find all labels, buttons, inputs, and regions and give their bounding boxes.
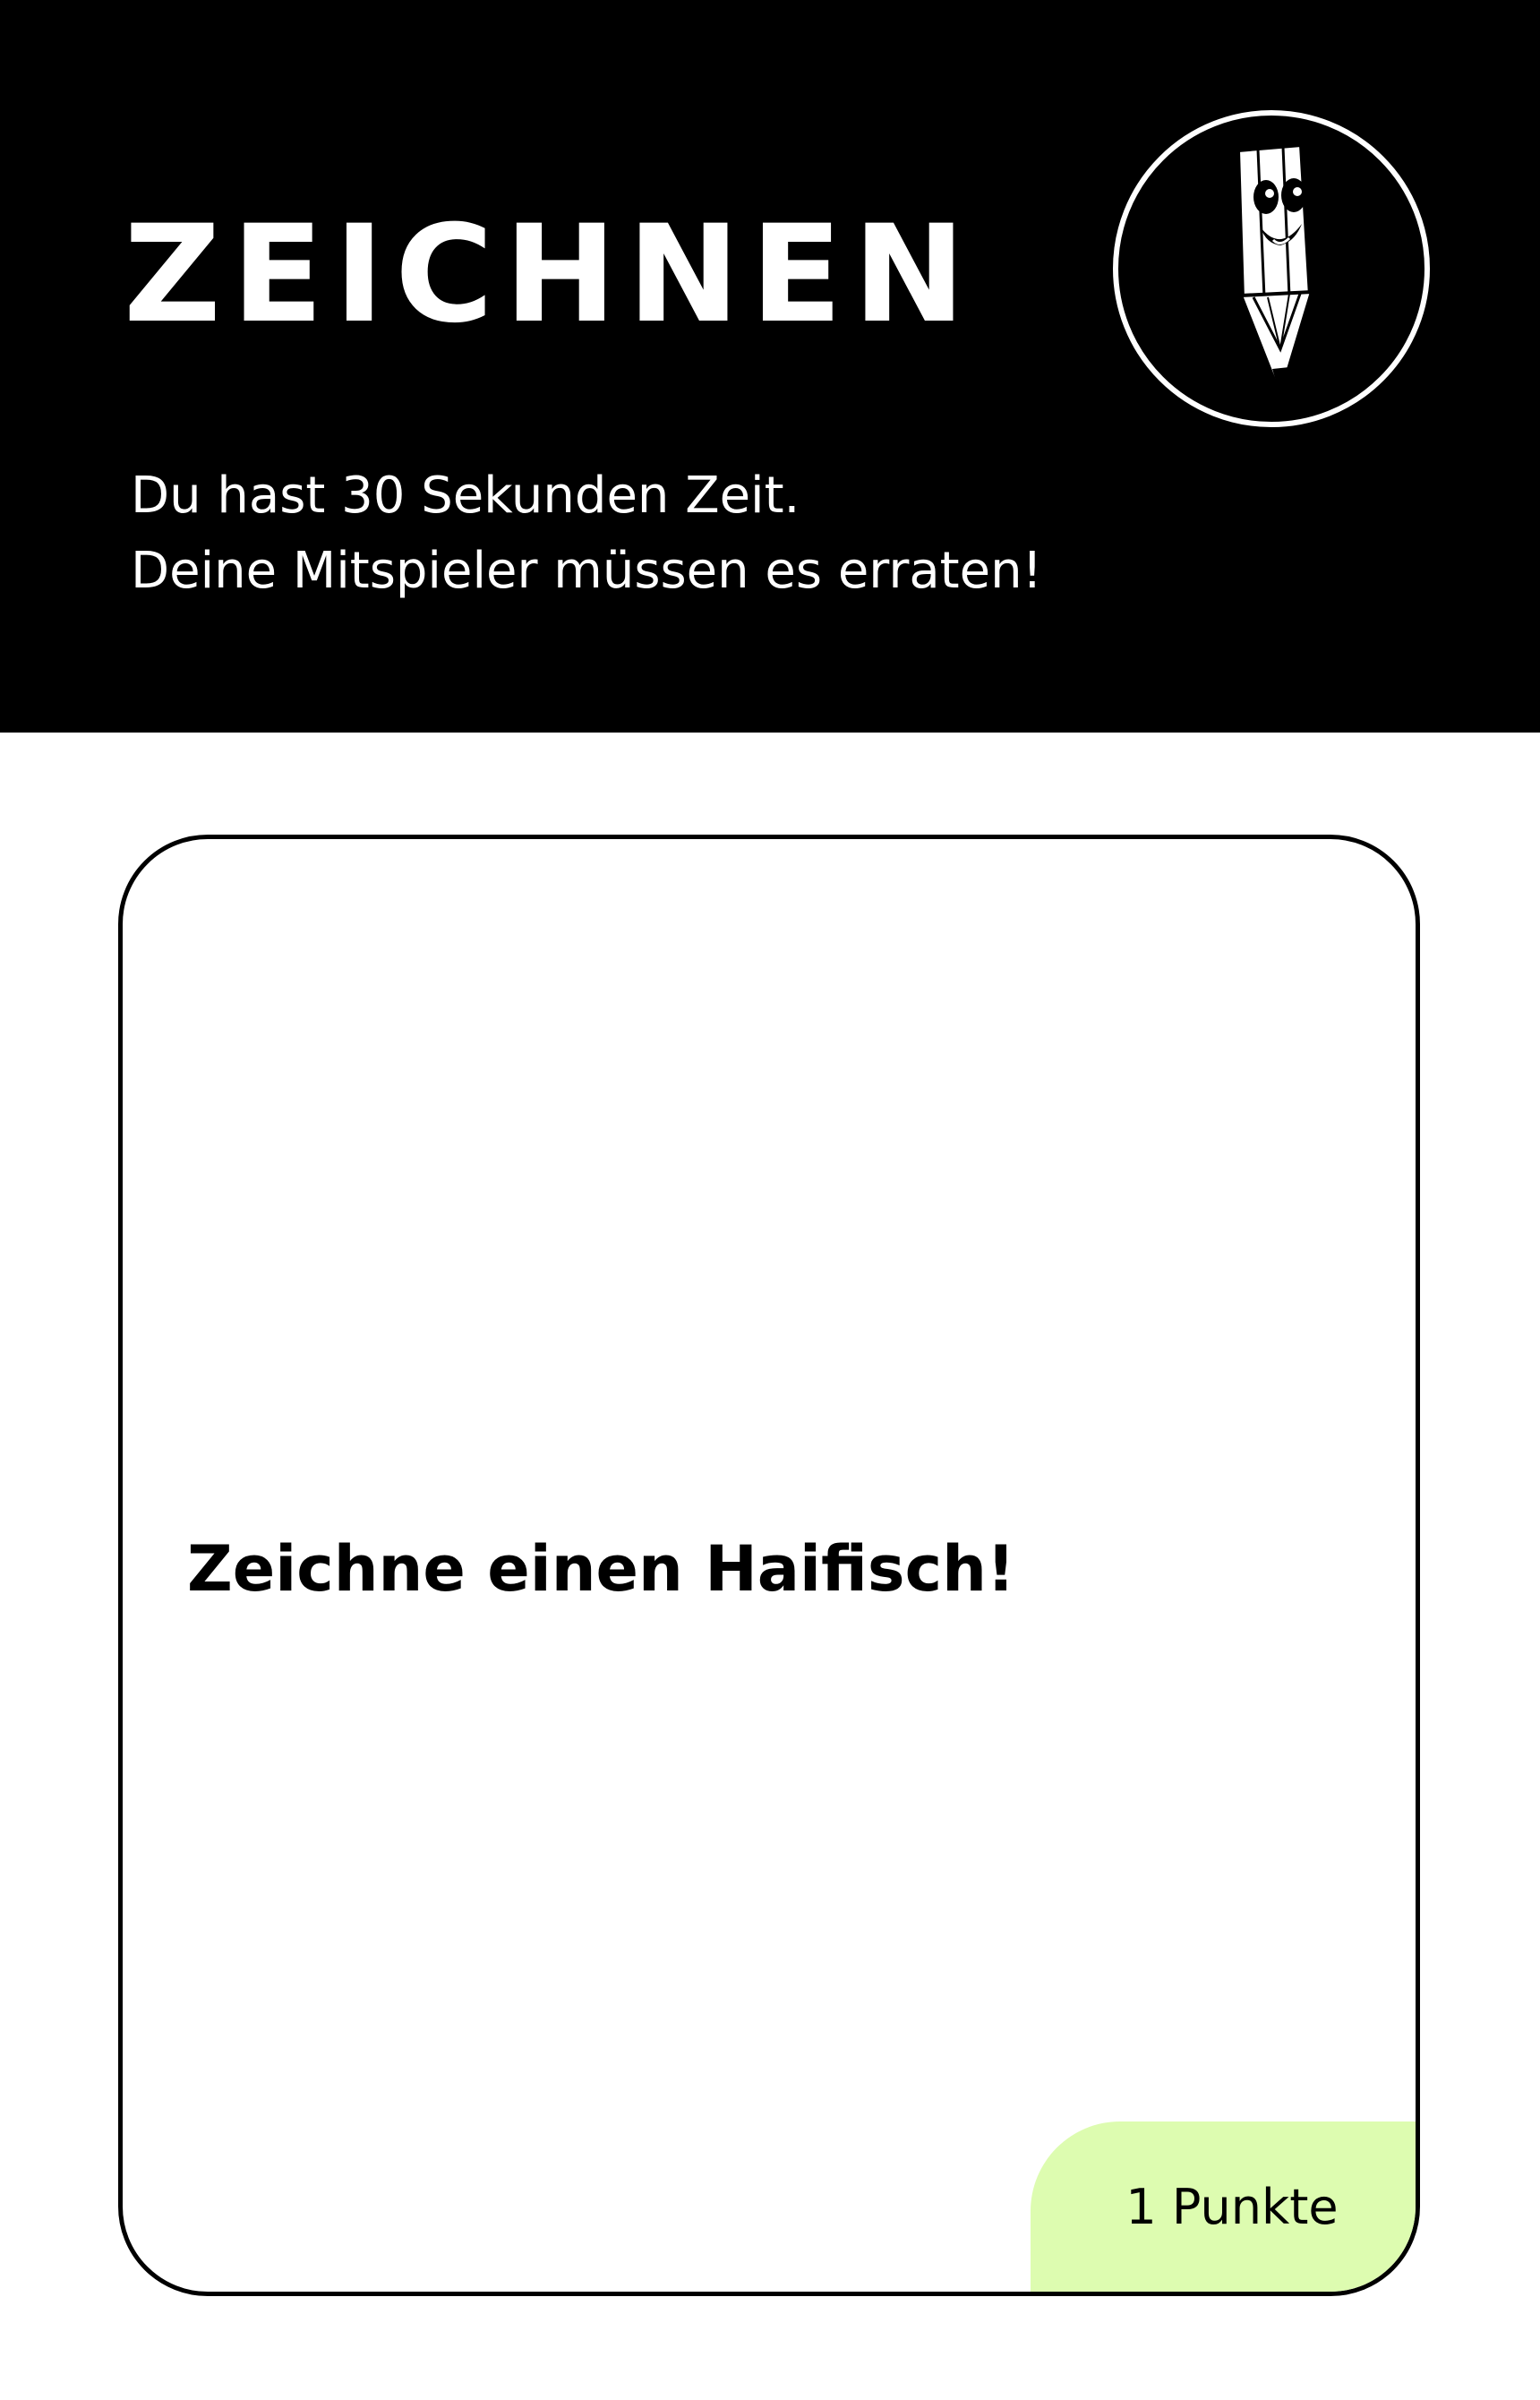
category-title: ZEICHNEN [124,197,977,353]
instruction-line-guess: Deine Mitspieler müssen es erraten! [131,542,1043,600]
points-label: 1 Punkte [1125,2178,1339,2235]
prompt-text: Zeichne einen Haifisch! [187,1532,1015,1606]
points-badge: 1 Punkte [1031,2121,1416,2292]
instruction-line-time: Du hast 30 Sekunden Zeit. [131,467,800,525]
prompt-card: Zeichne einen Haifisch! 1 Punkte [118,835,1420,2296]
smiling-pencil-icon [1113,110,1430,427]
category-emblem [1110,107,1433,430]
category-header: ZEICHNEN Du hast 30 Sekunden Zeit. Deine… [0,0,1540,733]
instructions-text: Du hast 30 Sekunden Zeit. Deine Mitspiel… [131,459,1042,609]
